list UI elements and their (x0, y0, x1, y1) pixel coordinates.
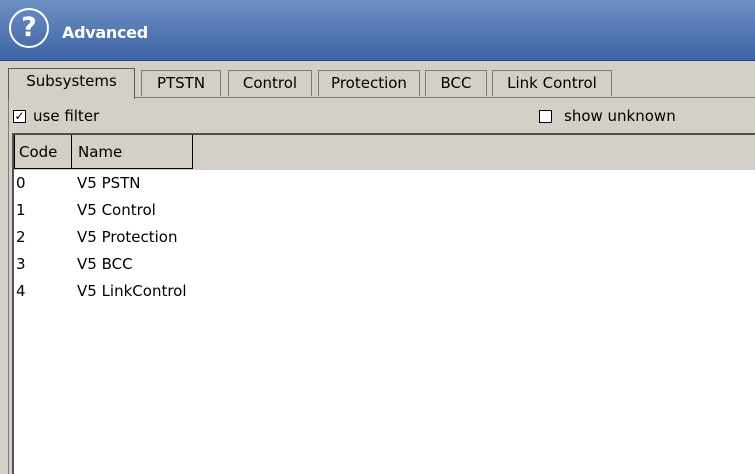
filter-row: ✓ use filter show unknown (13, 107, 748, 127)
column-header-code[interactable]: Code (14, 135, 73, 169)
list-header: Code Name (14, 135, 755, 170)
row-code: 0 (16, 174, 26, 192)
row-code: 2 (16, 228, 26, 246)
row-name: V5 PSTN (77, 174, 141, 192)
row-name: V5 BCC (77, 255, 133, 273)
table-row[interactable]: 4 V5 LinkControl (14, 278, 755, 305)
row-name: V5 Control (77, 201, 156, 219)
tab-link-control[interactable]: Link Control (492, 70, 612, 96)
table-row[interactable]: 3 V5 BCC (14, 251, 755, 278)
show-unknown-checkbox[interactable] (539, 110, 552, 123)
title-bar: ? Advanced (0, 0, 755, 61)
help-icon[interactable]: ? (9, 8, 49, 48)
row-name: V5 Protection (77, 228, 178, 246)
tab-bcc[interactable]: BCC (425, 70, 487, 96)
table-row[interactable]: 1 V5 Control (14, 197, 755, 224)
row-name: V5 LinkControl (77, 282, 187, 300)
tab-ptstn[interactable]: PTSTN (141, 70, 221, 96)
show-unknown-label: show unknown (564, 107, 676, 125)
column-header-name[interactable]: Name (71, 135, 193, 169)
row-code: 4 (16, 282, 26, 300)
row-code: 1 (16, 201, 26, 219)
tab-bar: Subsystems PTSTN Control Protection BCC … (8, 68, 748, 99)
use-filter-label: use filter (33, 107, 100, 125)
tab-subsystems[interactable]: Subsystems (8, 68, 135, 99)
tab-control[interactable]: Control (228, 70, 312, 96)
subsystem-list[interactable]: Code Name 0 V5 PSTN 1 V5 Control 2 V5 Prote… (12, 133, 755, 474)
window-title: Advanced (62, 23, 148, 42)
row-code: 3 (16, 255, 26, 273)
tab-protection[interactable]: Protection (318, 70, 420, 96)
use-filter-checkbox[interactable]: ✓ (13, 110, 26, 123)
table-row[interactable]: 2 V5 Protection (14, 224, 755, 251)
table-row[interactable]: 0 V5 PSTN (14, 170, 755, 197)
